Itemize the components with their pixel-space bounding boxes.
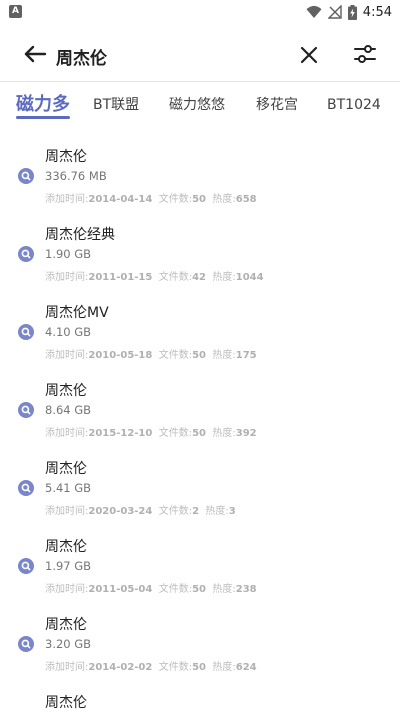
tab-yihuagong[interactable]: 移花宫 — [256, 82, 298, 128]
list-item[interactable]: 周杰伦 8.64 GB 添加时间:2015-12-10 文件数:50 热度:39… — [0, 372, 400, 450]
item-size: 5.41 GB — [45, 481, 92, 495]
status-icons: 4:54 — [306, 3, 392, 21]
item-title: 周杰伦经典 — [45, 227, 115, 243]
tab-cili-youyou[interactable]: 磁力悠悠 — [169, 82, 225, 128]
item-meta: 添加时间:2014-04-14 文件数:50 热度:658 — [45, 194, 257, 205]
magnet-search-icon — [18, 636, 34, 652]
status-bar: A 4:54 — [0, 0, 400, 24]
notification-a-icon: A — [9, 5, 22, 18]
tab-bt1024[interactable]: BT1024 — [327, 82, 381, 128]
back-arrow-icon[interactable] — [20, 39, 50, 69]
item-size: 1.90 GB — [45, 247, 92, 261]
clock: 4:54 — [362, 4, 392, 20]
item-title: 周杰伦 — [45, 149, 87, 165]
tab-bt-lianmeng[interactable]: BT联盟 — [93, 82, 139, 128]
search-query[interactable]: 周杰伦 — [56, 44, 107, 69]
list-item[interactable]: 周杰伦 3.20 GB 添加时间:2014-02-02 文件数:50 热度:62… — [0, 606, 400, 684]
item-title: 周杰伦 — [45, 695, 87, 711]
item-size: 336.76 MB — [45, 169, 107, 183]
item-title: 周杰伦 — [45, 461, 87, 477]
item-meta: 添加时间:2011-01-15 文件数:42 热度:1044 — [45, 272, 264, 283]
tab-cilduo[interactable]: 磁力多 — [16, 82, 70, 128]
item-title: 周杰伦MV — [45, 305, 109, 321]
item-meta: 添加时间:2020-03-24 文件数:2 热度:3 — [45, 506, 236, 517]
battery-charging-icon — [347, 4, 357, 20]
magnet-search-icon — [18, 480, 34, 496]
item-title: 周杰伦 — [45, 539, 87, 555]
list-item[interactable]: 周杰伦 1.97 GB 添加时间:2011-05-04 文件数:50 热度:23… — [0, 528, 400, 606]
list-item[interactable]: 周杰伦MV 4.10 GB 添加时间:2010-05-18 文件数:50 热度:… — [0, 294, 400, 372]
item-meta: 添加时间:2011-05-04 文件数:50 热度:238 — [45, 584, 257, 595]
close-icon[interactable] — [296, 42, 322, 68]
source-tabs: 磁力多 BT联盟 磁力悠悠 移花宫 BT1024 — [0, 82, 400, 128]
no-signal-icon — [327, 5, 342, 19]
item-meta: 添加时间:2014-02-02 文件数:50 热度:624 — [45, 662, 257, 673]
wifi-icon — [306, 5, 322, 18]
item-size: 3.20 GB — [45, 637, 92, 651]
item-title: 周杰伦 — [45, 617, 87, 633]
list-item-partial[interactable]: 周杰伦 — [0, 684, 400, 712]
magnet-search-icon — [18, 402, 34, 418]
magnet-search-icon — [18, 246, 34, 262]
item-size: 8.64 GB — [45, 403, 92, 417]
list-item[interactable]: 周杰伦 336.76 MB 添加时间:2014-04-14 文件数:50 热度:… — [0, 138, 400, 216]
list-item[interactable]: 周杰伦 5.41 GB 添加时间:2020-03-24 文件数:2 热度:3 — [0, 450, 400, 528]
item-title: 周杰伦 — [45, 383, 87, 399]
active-tab-indicator — [16, 116, 70, 119]
item-meta: 添加时间:2015-12-10 文件数:50 热度:392 — [45, 428, 257, 439]
item-size: 1.97 GB — [45, 559, 92, 573]
item-meta: 添加时间:2010-05-18 文件数:50 热度:175 — [45, 350, 257, 361]
magnet-search-icon — [18, 558, 34, 574]
magnet-search-icon — [18, 168, 34, 184]
item-size: 4.10 GB — [45, 325, 92, 339]
search-toolbar: 周杰伦 — [0, 24, 400, 82]
list-item[interactable]: 周杰伦经典 1.90 GB 添加时间:2011-01-15 文件数:42 热度:… — [0, 216, 400, 294]
filter-sliders-icon[interactable] — [351, 40, 379, 68]
magnet-search-icon — [18, 324, 34, 340]
